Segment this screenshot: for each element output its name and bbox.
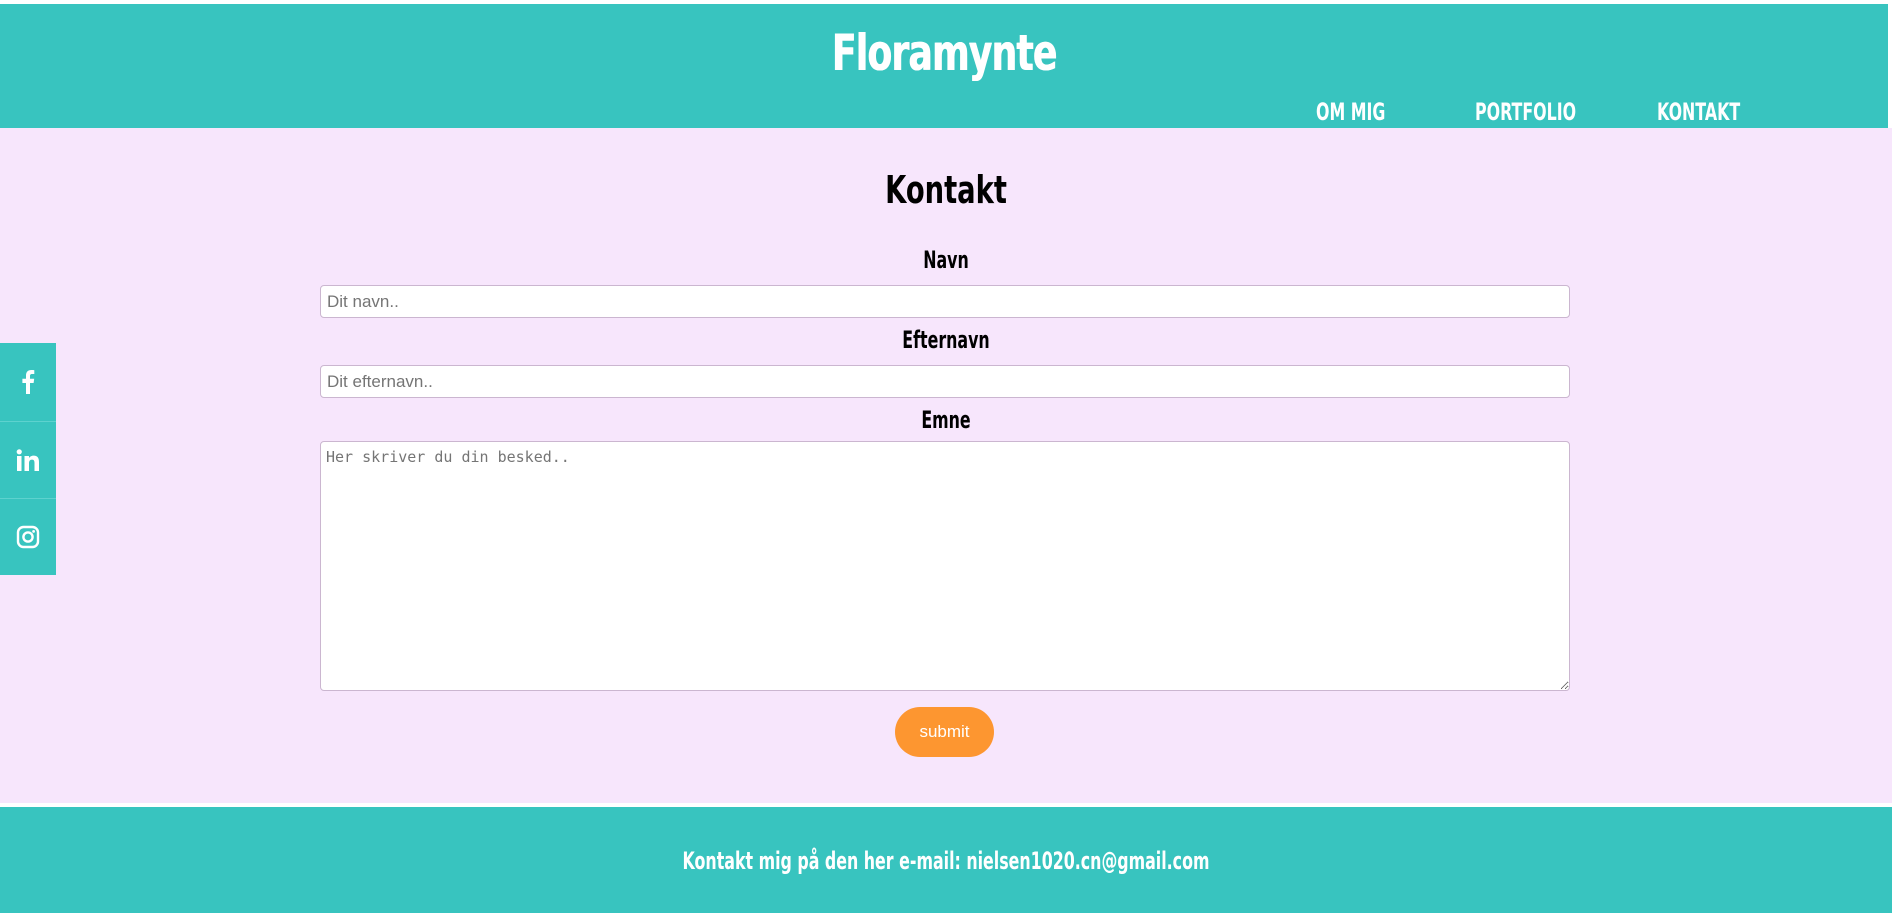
footer-email-text[interactable]: Kontakt mig på den her e-mail: nielsen10…	[322, 847, 1571, 875]
nav-portfolio[interactable]: PORTFOLIO	[1475, 98, 1576, 128]
subject-label: Emne	[921, 406, 971, 434]
site-footer: Kontakt mig på den her e-mail: nielsen10…	[0, 807, 1892, 913]
first-name-field[interactable]	[320, 285, 1570, 318]
contact-section: Kontakt Navn Efternavn Emne submit	[0, 128, 1892, 803]
linkedin-link[interactable]	[0, 421, 56, 498]
first-name-label: Navn	[923, 246, 969, 274]
message-textarea[interactable]	[320, 441, 1570, 691]
nav-kontakt[interactable]: KONTAKT	[1657, 98, 1740, 128]
instagram-link[interactable]	[0, 498, 56, 575]
site-header: Floramynte OM MIG PORTFOLIO KONTAKT	[0, 4, 1888, 128]
instagram-icon	[16, 525, 40, 549]
page-title: Kontakt	[885, 168, 1007, 212]
facebook-icon	[22, 369, 35, 394]
last-name-label: Efternavn	[902, 326, 990, 354]
facebook-link[interactable]	[0, 343, 56, 420]
social-sidebar	[0, 343, 56, 575]
site-title[interactable]: Floramynte	[264, 24, 1623, 82]
last-name-field[interactable]	[320, 365, 1570, 398]
linkedin-icon	[16, 449, 39, 471]
nav-om-mig[interactable]: OM MIG	[1316, 98, 1385, 128]
submit-button[interactable]: submit	[895, 707, 994, 757]
